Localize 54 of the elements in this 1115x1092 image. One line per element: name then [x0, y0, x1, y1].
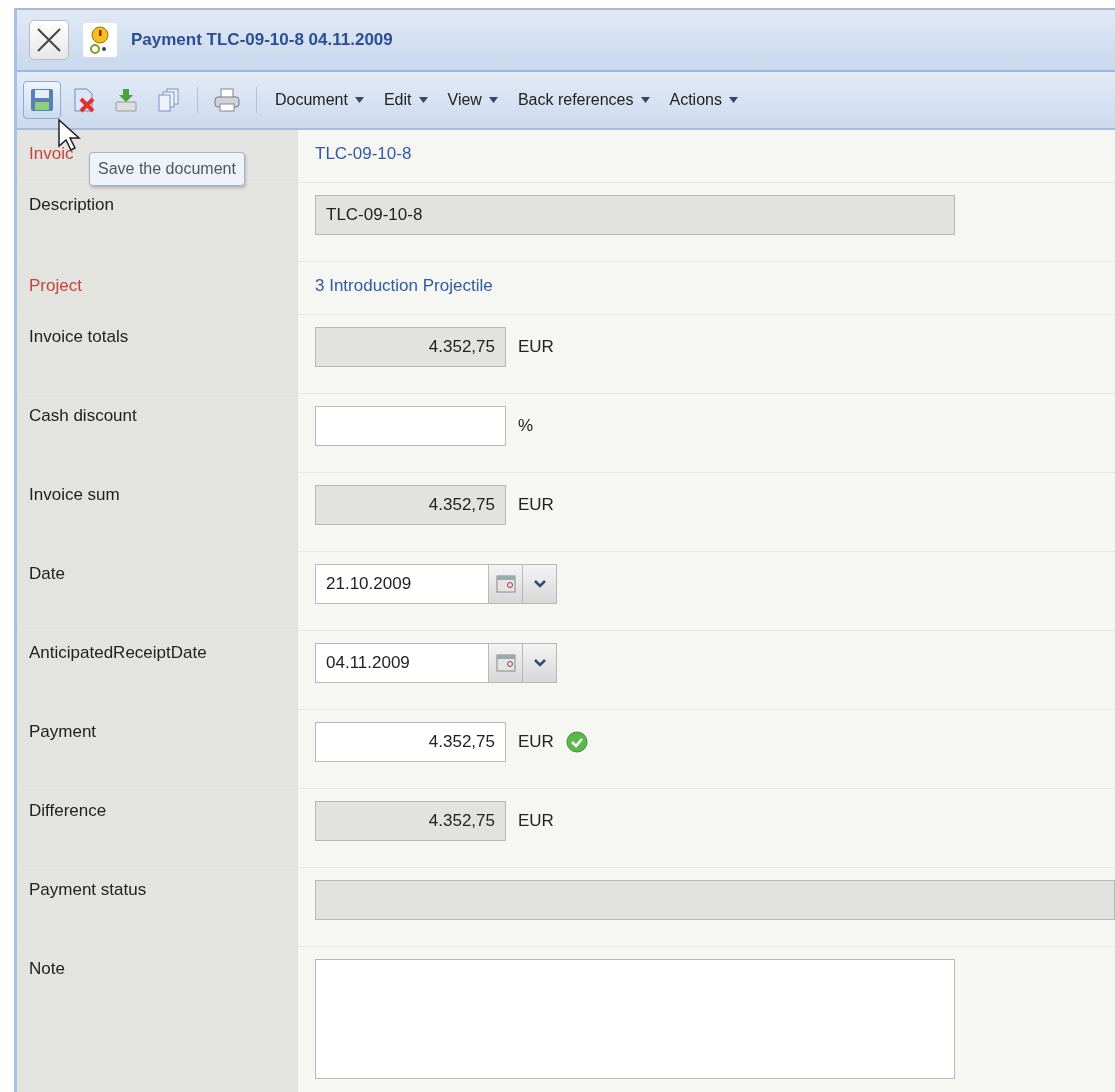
field-label: Project: [29, 276, 82, 295]
field-label: AnticipatedReceiptDate: [29, 643, 207, 662]
caret-icon: [418, 97, 428, 103]
printer-icon: [213, 87, 241, 113]
input-field[interactable]: 4.352,75: [315, 722, 506, 762]
unit-label: %: [518, 415, 534, 437]
field-label: Note: [29, 959, 65, 978]
tooltip: Save the document: [89, 152, 245, 186]
menu-button[interactable]: Document: [267, 87, 372, 113]
field-label: Description: [29, 195, 115, 214]
unit-label: EUR: [518, 494, 554, 516]
date-field[interactable]: 04.11.2009: [315, 643, 489, 683]
caret-icon: [488, 97, 498, 103]
caret-icon: [728, 97, 738, 103]
field-label: Invoic: [29, 144, 74, 163]
date-field[interactable]: 21.10.2009: [315, 564, 489, 604]
export-icon: [113, 87, 139, 113]
field-label: Difference: [29, 801, 107, 820]
save-button[interactable]: [23, 81, 61, 119]
save-icon: [29, 87, 55, 113]
field-label: Payment: [29, 722, 97, 741]
menu-button[interactable]: Edit: [375, 87, 436, 113]
dropdown-button[interactable]: [523, 643, 557, 683]
readonly-field: 4.352,75: [315, 485, 506, 525]
input-field[interactable]: [315, 406, 506, 446]
unit-label: EUR: [518, 336, 554, 358]
menu-button[interactable]: Back references: [509, 87, 658, 113]
close-icon: [36, 27, 62, 53]
readonly-field: 4.352,75: [315, 327, 506, 367]
field-label: Invoice totals: [29, 327, 129, 346]
calendar-icon: [495, 654, 516, 672]
window-title: Payment TLC-09-10-8 04.11.2009: [131, 30, 393, 50]
dropdown-button[interactable]: [523, 564, 557, 604]
caret-icon: [640, 97, 650, 103]
delete-document-icon: [71, 87, 97, 113]
payment-icon: [83, 23, 117, 57]
field-label: Invoice sum: [29, 485, 120, 504]
readonly-field: 4.352,75: [315, 801, 506, 841]
link[interactable]: 3 Introduction Projectile: [315, 276, 493, 296]
field-label: Cash discount: [29, 406, 137, 425]
copy-icon: [155, 87, 181, 113]
menu-button[interactable]: View: [439, 87, 506, 113]
menu-button[interactable]: Actions: [661, 87, 746, 113]
field-label: Payment status: [29, 880, 147, 899]
unit-label: EUR: [518, 731, 554, 753]
chevron-down-icon: [533, 580, 546, 588]
calendar-icon: [495, 575, 516, 593]
caret-icon: [354, 97, 364, 103]
chevron-down-icon: [533, 659, 546, 667]
field-label: Date: [29, 564, 65, 583]
link[interactable]: TLC-09-10-8: [315, 144, 412, 164]
close-button[interactable]: [29, 20, 69, 60]
note-field[interactable]: [315, 959, 955, 1079]
unit-label: EUR: [518, 810, 554, 832]
